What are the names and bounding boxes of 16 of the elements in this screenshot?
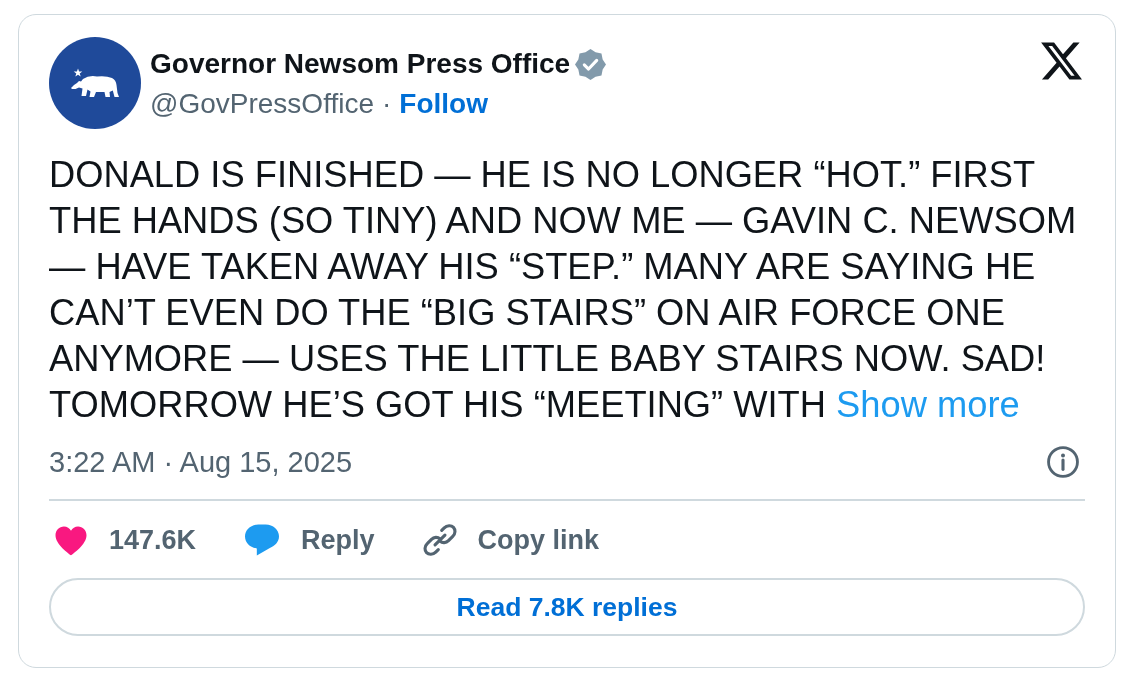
info-icon[interactable] bbox=[1046, 445, 1080, 479]
tweet-text: DONALD IS FINISHED — HE IS NO LONGER “HOT.” FIRST THE HANDS (SO TINY) AND NOW ME — GAVIN C. NEWSOM — HAVE TAKEN AWAY HIS “STEP.” MANY ARE SAYING HE CAN’T EVEN DO THE “BIG STAIRS” ON AIR FORCE ONE ANYMORE — USES THE LITTLE BABY STAIRS NOW. SAD! TOMORROW HE’S GOT HIS “MEETING” WITH Show more bbox=[49, 153, 1078, 427]
copy-link-button[interactable]: Copy link bbox=[422, 523, 600, 557]
x-logo-icon[interactable] bbox=[1041, 42, 1082, 80]
link-icon bbox=[422, 523, 457, 557]
speech-bubble-icon bbox=[244, 523, 281, 557]
read-replies-button[interactable]: Read 7.8K replies bbox=[49, 578, 1085, 636]
author-handle[interactable]: @GovPressOffice bbox=[150, 89, 374, 119]
author-name[interactable]: Governor Newsom Press Office bbox=[150, 48, 571, 80]
like-button[interactable]: 147.6K bbox=[54, 524, 197, 556]
separator-dot: · bbox=[382, 89, 392, 119]
heart-icon bbox=[54, 524, 88, 556]
timestamp-link[interactable]: 3:22 AM · Aug 15, 2025 bbox=[49, 447, 353, 477]
reply-button[interactable]: Reply bbox=[244, 523, 375, 557]
avatar-bear-icon[interactable] bbox=[49, 37, 141, 129]
follow-link[interactable]: Follow bbox=[399, 89, 488, 119]
